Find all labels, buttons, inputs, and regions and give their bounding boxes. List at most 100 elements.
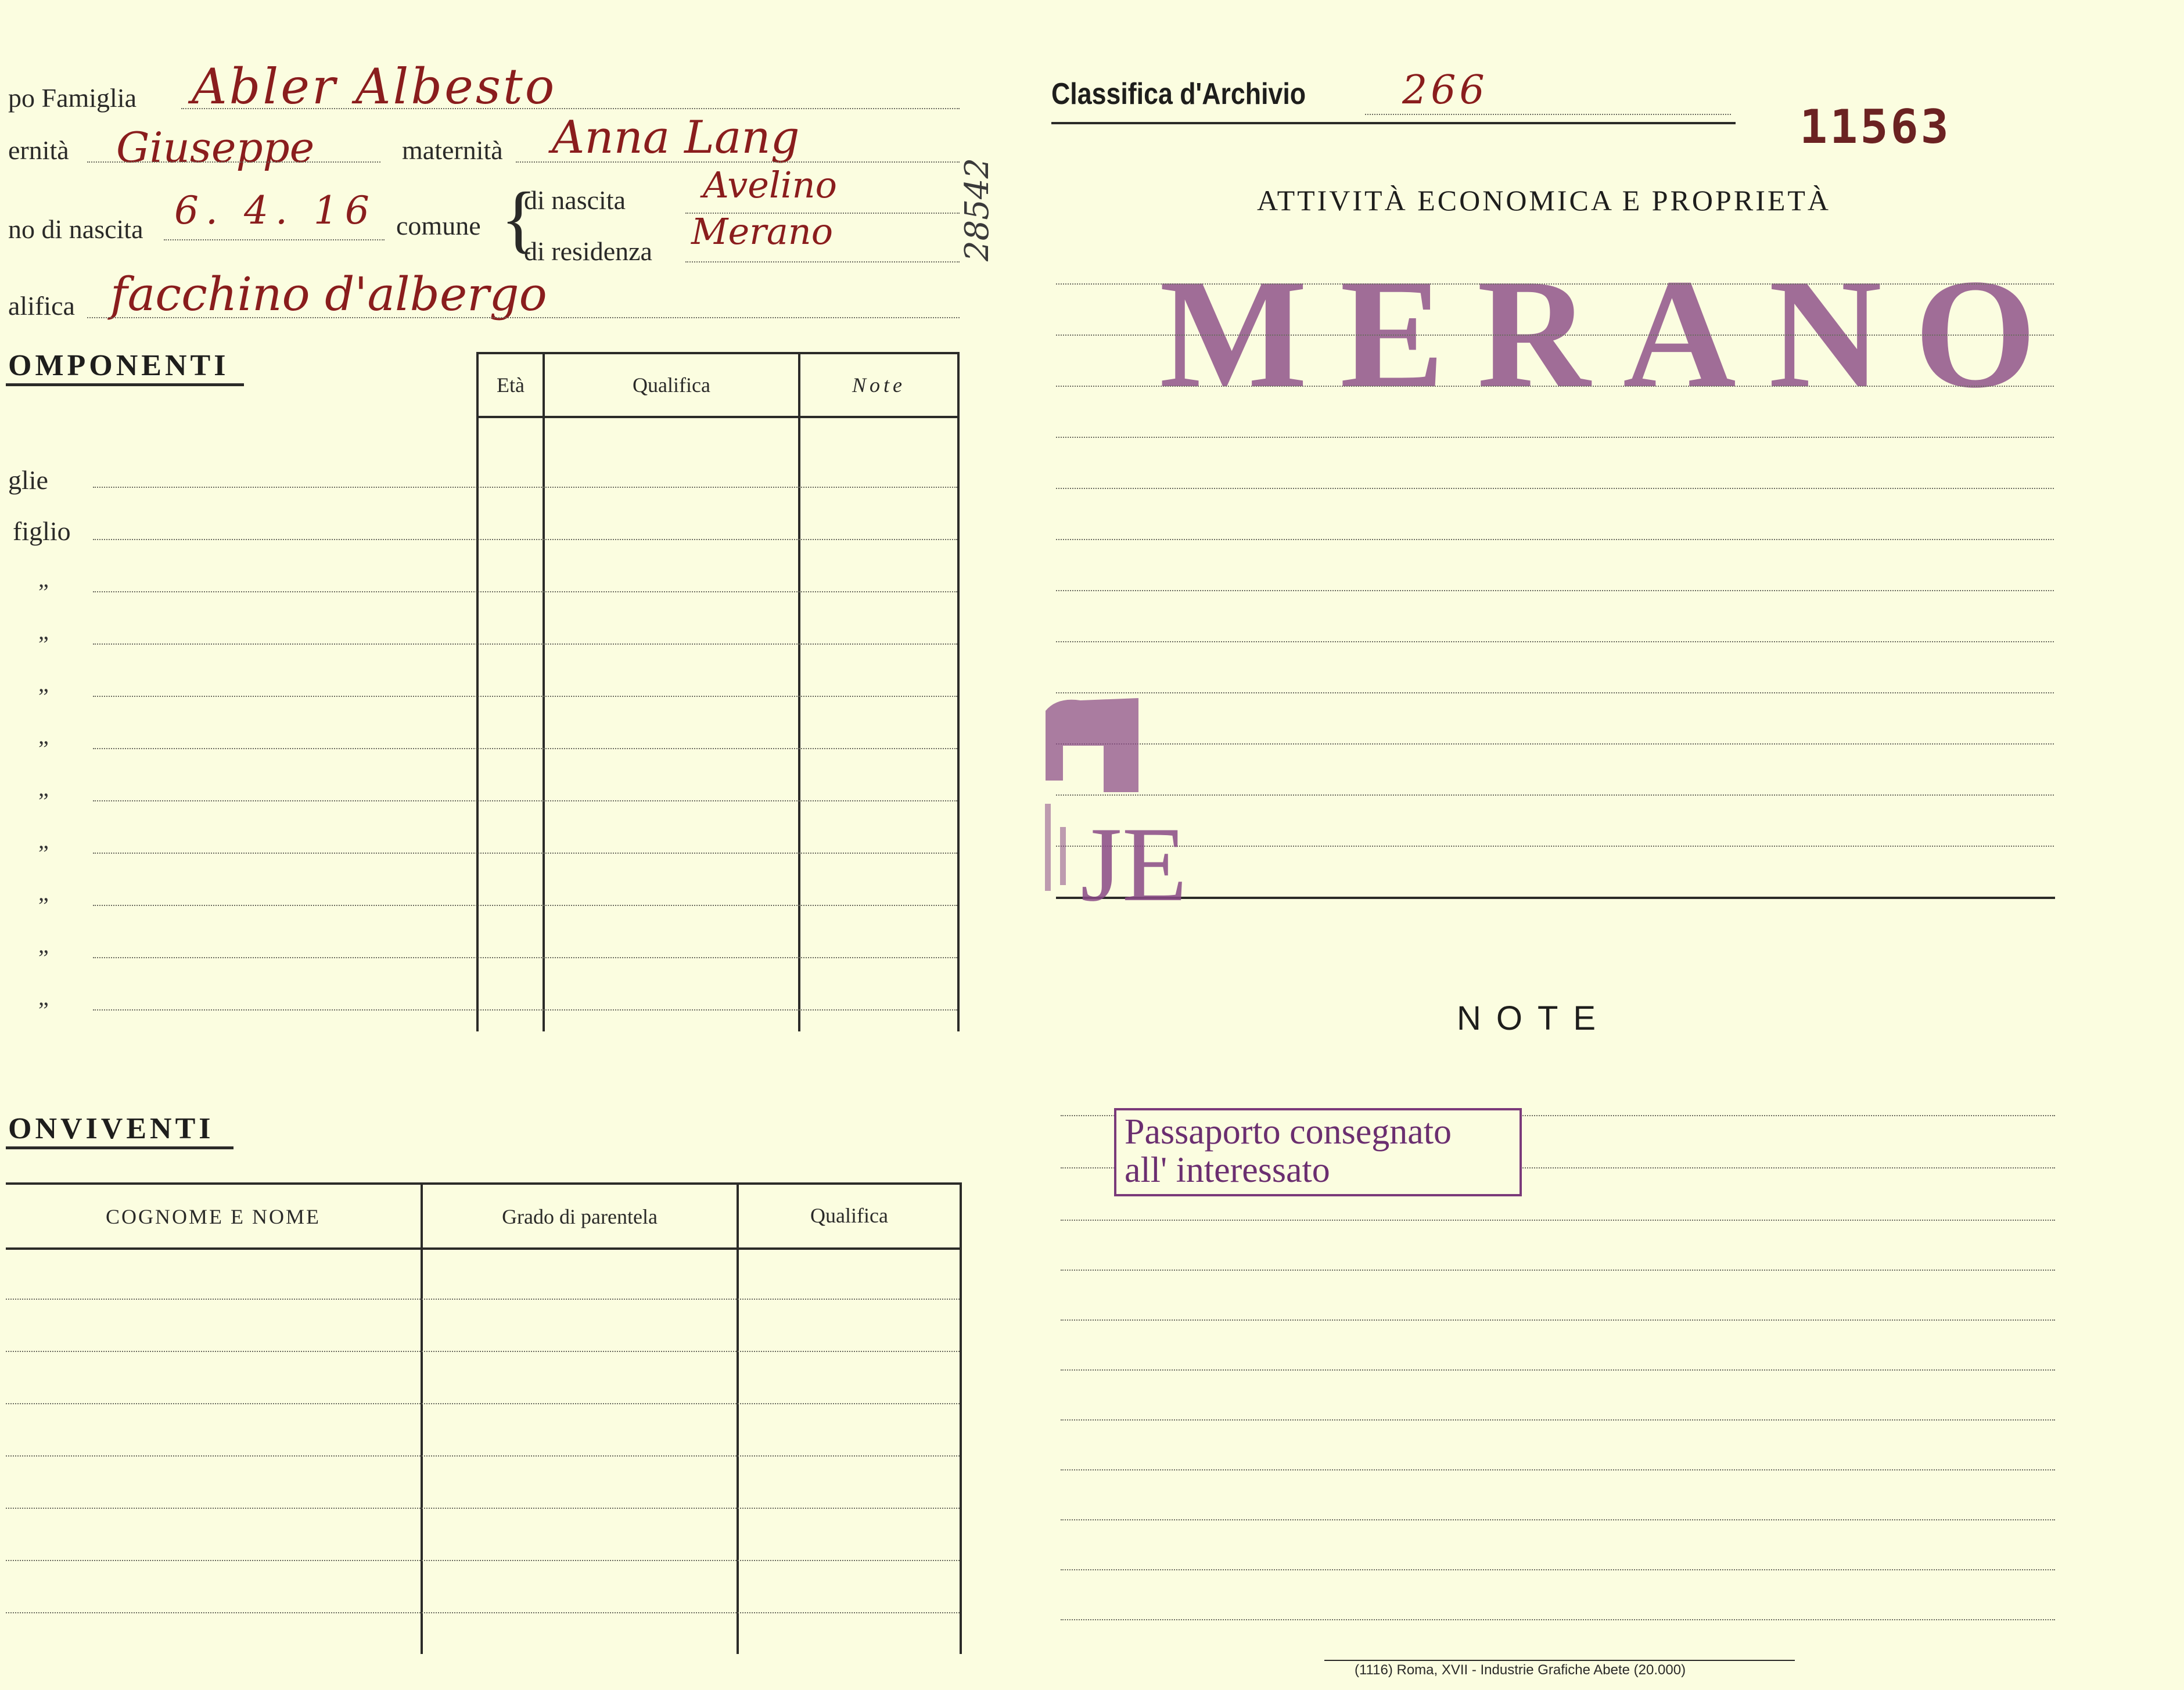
comune-label: comune xyxy=(396,211,481,240)
conviventi-heading: ONVIVENTI xyxy=(8,1112,214,1145)
notes-rule-line xyxy=(1061,1469,2055,1470)
imprint-rule xyxy=(1324,1660,1795,1661)
right-rule-line xyxy=(1056,283,2054,285)
right-rule-line xyxy=(1056,846,2054,847)
notes-rule-line xyxy=(1061,1519,2055,1520)
passport-stamp-line1: Passaporto consegnato xyxy=(1125,1112,1452,1152)
right-rule-line xyxy=(1056,743,2054,745)
conviventi-table-top xyxy=(6,1182,962,1185)
residenza-label: di residenza xyxy=(524,236,652,266)
paternita-label: ernità xyxy=(8,135,69,165)
notes-rule-line xyxy=(1061,1319,2055,1321)
partial-stamp-letters: JE xyxy=(1080,805,1187,923)
componenti-row-label: ” xyxy=(38,945,49,971)
census-card: po Famiglia Abler Albesto ernità Giusepp… xyxy=(0,0,2184,1690)
componenti-row-label: ” xyxy=(38,893,49,919)
componenti-row-line xyxy=(93,696,957,697)
componenti-table-top xyxy=(476,352,958,354)
componenti-row-line xyxy=(93,748,957,749)
componenti-row-line xyxy=(93,487,957,488)
capo-famiglia-value: Abler Albesto xyxy=(192,58,557,115)
conviventi-row-line xyxy=(6,1612,960,1613)
conviventi-row-line xyxy=(6,1403,960,1404)
componenti-table-header-rule xyxy=(476,416,958,418)
data-nascita-line xyxy=(164,239,385,240)
data-nascita-value: 6. 4. 16 xyxy=(174,188,376,233)
componenti-col-qual-right xyxy=(798,352,800,1031)
componenti-row-label: ” xyxy=(38,684,49,710)
right-rule-line xyxy=(1056,335,2054,336)
classifica-line xyxy=(1365,114,1731,115)
paternita-value: Giuseppe xyxy=(116,123,315,172)
passport-stamp-line2: all' interessato xyxy=(1125,1150,1330,1190)
notes-rule-line xyxy=(1061,1369,2055,1371)
componenti-col-note: Note xyxy=(852,373,906,397)
right-rule-line xyxy=(1056,692,2054,693)
componenti-row-label: figlio xyxy=(13,516,71,546)
data-nascita-label: no di nascita xyxy=(8,214,143,244)
section-title: ATTIVITÀ ECONOMICA E PROPRIETÀ xyxy=(1257,184,1831,217)
componenti-row-label: ” xyxy=(38,840,49,866)
componenti-row-label: ” xyxy=(38,736,49,762)
conviventi-row-line xyxy=(6,1351,960,1352)
right-rule-line xyxy=(1056,794,2054,796)
classifica-label: Classifica d'Archivio xyxy=(1051,77,1306,111)
componenti-row-line xyxy=(93,643,957,645)
card-number: 11563 xyxy=(1799,100,1951,154)
conviventi-col-divider xyxy=(421,1182,423,1654)
componenti-row-line xyxy=(93,1009,957,1011)
right-rule-line xyxy=(1056,590,2054,591)
passport-stamp: Passaporto consegnato all' interessato xyxy=(1114,1108,1522,1196)
componenti-row-label: ” xyxy=(38,579,49,605)
maternita-line xyxy=(516,161,960,163)
residenza-line xyxy=(685,261,960,263)
componenti-row-line xyxy=(93,800,957,801)
right-rule-line xyxy=(1056,437,2054,438)
nascita-label: di nascita xyxy=(524,185,626,215)
conviventi-row-line xyxy=(6,1455,960,1457)
city-stamp: MERANO xyxy=(1159,247,2069,420)
nascita-value: Avelino xyxy=(703,164,837,206)
conviventi-col-qualifica: Qualifica xyxy=(810,1204,888,1227)
componenti-col-qualifica: Qualifica xyxy=(633,373,710,397)
componenti-row-line xyxy=(93,539,957,540)
componenti-row-label: ” xyxy=(38,631,49,657)
notes-rule-line xyxy=(1061,1419,2055,1421)
conviventi-col-divider xyxy=(737,1182,739,1654)
conviventi-col-nome: COGNOME E NOME xyxy=(106,1205,321,1228)
conviventi-row-line xyxy=(6,1299,960,1300)
right-rule-line xyxy=(1056,539,2054,540)
conviventi-table-right xyxy=(960,1182,962,1654)
componenti-col-eta-right xyxy=(543,352,545,1031)
notes-rule-line xyxy=(1061,1619,2055,1620)
classifica-rule xyxy=(1051,122,1736,124)
printer-imprint: (1116) Roma, XVII - Industrie Grafiche A… xyxy=(1355,1662,1686,1678)
qualifica-value: facchino d'albergo xyxy=(110,267,547,321)
componenti-row-line xyxy=(93,853,957,854)
componenti-heading: OMPONENTI xyxy=(8,349,229,382)
paternita-line xyxy=(87,161,380,163)
conviventi-underline xyxy=(6,1146,234,1149)
componenti-row-label: ” xyxy=(38,788,49,814)
residenza-value: Merano xyxy=(691,210,834,253)
classifica-value: 266 xyxy=(1402,67,1488,113)
capo-famiglia-line xyxy=(181,108,960,109)
notes-rule-line xyxy=(1061,1569,2055,1570)
capo-famiglia-label: po Famiglia xyxy=(8,83,137,113)
right-rule-line xyxy=(1056,641,2054,642)
conviventi-table-header-rule xyxy=(6,1247,962,1250)
conviventi-row-line xyxy=(6,1508,960,1509)
attivita-section-end xyxy=(1056,897,2055,899)
componenti-row-line xyxy=(93,905,957,906)
margin-number: 28542 xyxy=(958,157,996,261)
componenti-row-label: ” xyxy=(38,997,49,1023)
componenti-row-label: glie xyxy=(8,465,48,495)
componenti-col-eta: Età xyxy=(497,373,525,397)
componenti-col-eta-left xyxy=(476,352,479,1031)
conviventi-col-grado: Grado di parentela xyxy=(502,1205,658,1228)
conviventi-row-line xyxy=(6,1560,960,1561)
maternita-value: Anna Lang xyxy=(552,112,800,164)
right-rule-line xyxy=(1056,386,2054,387)
right-rule-line xyxy=(1056,488,2054,489)
notes-title: NOTE xyxy=(1457,999,1611,1037)
